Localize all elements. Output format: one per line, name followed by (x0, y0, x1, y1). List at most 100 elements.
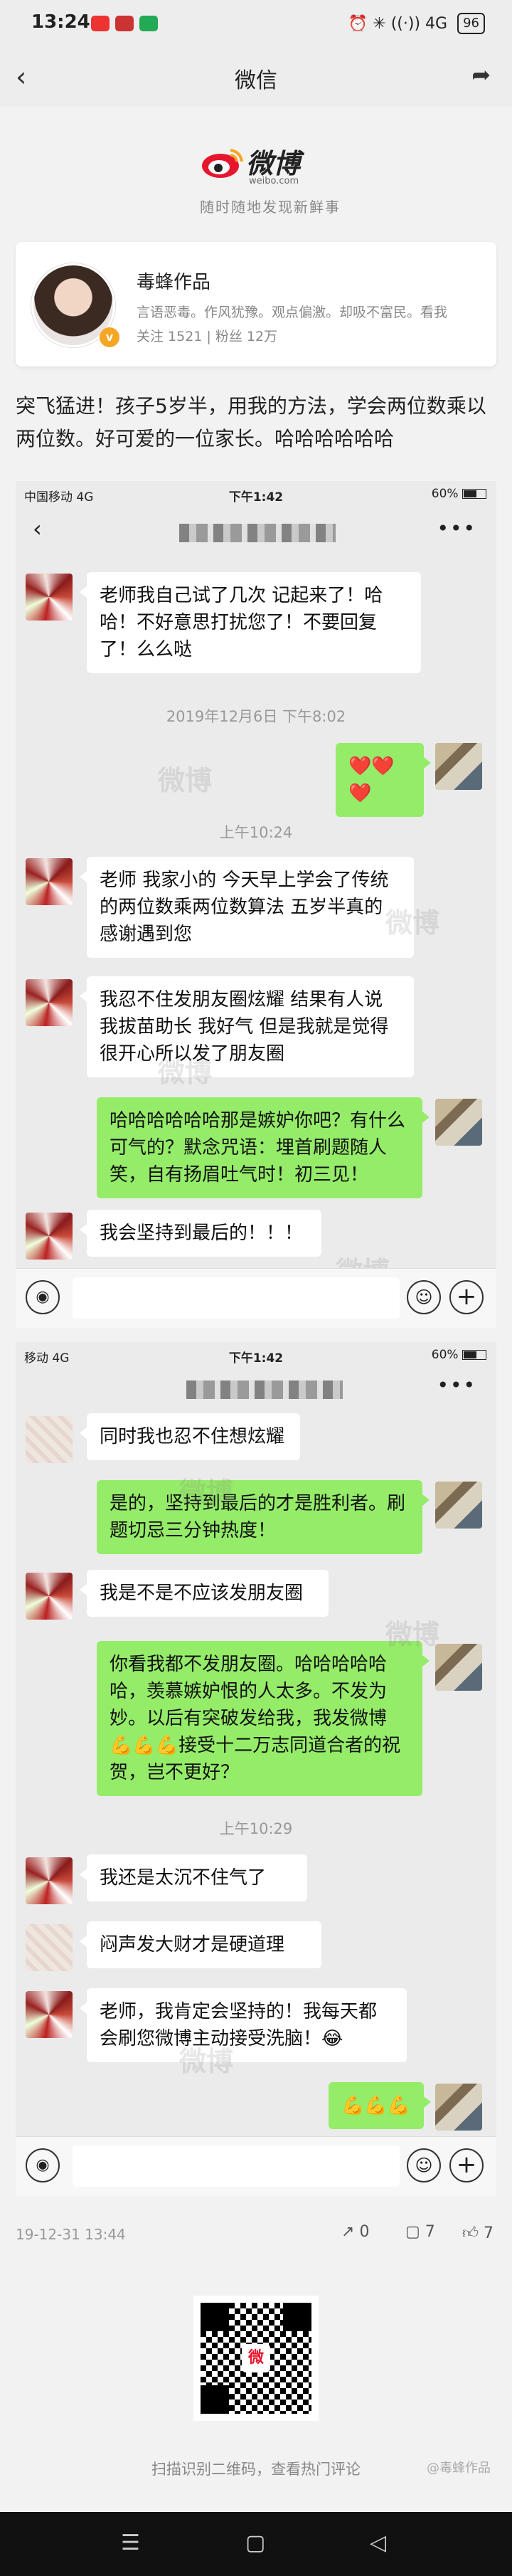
profile-card[interactable]: v 毒蜂作品 言语恶毒。作风犹豫。观点偏激。却吸不富民。看我 关注 1521 |… (16, 242, 496, 366)
chat-timestamp: 上午10:29 (219, 1820, 293, 1837)
message-bubble-sent: 是的，坚持到最后的才是胜利者。刷题切忌三分钟热度！ (97, 1480, 430, 1554)
more-dots-icon[interactable]: ••• (437, 517, 476, 540)
page-watermark: @毒蜂作品 (427, 2461, 491, 2476)
weibo-eye-icon (202, 149, 243, 178)
page-root: 13:24 ⏰ ✳ ((·)) 4G 96 ‹ 微信 ➦ 微博 weibo.co… (0, 0, 512, 2576)
plus-icon[interactable]: + (449, 1280, 484, 1314)
verified-badge-icon: v (100, 327, 119, 347)
chat-status-time: 下午1:42 (228, 490, 284, 505)
chat-timestamp: 2019年12月6日 下午8:02 (166, 708, 346, 725)
post-text: 突飞猛进！孩子5岁半，用我的方法，学会两位数乘以两位数。好可爱的一位家长。哈哈哈… (16, 394, 486, 450)
comment-action[interactable]: ▢ 7 (405, 2223, 435, 2241)
weibo-watermark: 微博 (158, 765, 213, 796)
contact-avatar[interactable] (26, 1924, 73, 1971)
qr-code[interactable]: 微 (193, 2296, 319, 2421)
contact-avatar[interactable] (26, 979, 73, 1026)
notification-app-icon (91, 16, 110, 31)
chat-contact-name-blurred (186, 1381, 343, 1399)
my-avatar[interactable] (435, 2084, 482, 2131)
chat-screenshot-2: 移动 4G 下午1:42 60% ••• 同时我也忍不住想炫耀 是的，坚持到最后… (16, 1342, 496, 2196)
weibo-watermark: 微博 (385, 1619, 440, 1650)
my-avatar[interactable] (435, 1482, 482, 1529)
contact-avatar[interactable] (26, 1573, 73, 1620)
status-bar: 13:24 ⏰ ✳ ((·)) 4G 96 (0, 0, 512, 48)
chat-contact-name-blurred (179, 524, 336, 542)
weibo-brand: 微博 (246, 148, 301, 179)
chat-battery: 60% (432, 1348, 486, 1362)
like-icon: 👍︎ (462, 2224, 479, 2242)
message-bubble-received: 我还是太沉不住气了 (80, 1854, 307, 1901)
chat-input-bar: ◉ ☺ + (16, 1268, 496, 1328)
back-chevron-icon[interactable]: ‹ (33, 515, 42, 542)
contact-avatar[interactable] (26, 1416, 73, 1463)
contact-avatar[interactable] (26, 858, 73, 905)
message-bubble-received: 我是不是不应该发朋友圈 (80, 1570, 329, 1617)
voice-icon[interactable]: ◉ (26, 2148, 60, 2182)
system-nav-bar: ☰ ▢ ◁ (0, 2512, 512, 2576)
weibo-watermark: 微博 (179, 1477, 234, 1508)
chat-battery-percent: 60% (431, 1348, 459, 1362)
weibo-logo: 微博 weibo.com 随时随地发现新鲜事 (178, 139, 363, 217)
notification-app-icon (115, 16, 134, 31)
back-triangle-icon[interactable]: ◁ (370, 2530, 386, 2555)
plus-icon[interactable]: + (449, 2148, 484, 2182)
chat-status-bar: 中国移动 4G 下午1:42 60% (16, 481, 496, 508)
contact-avatar[interactable] (26, 1991, 73, 2038)
message-bubble-received: 老师 我家小的 今天早上学会了传统的两位数乘两位数算法 五岁半真的感谢遇到您 (80, 857, 414, 958)
chat-header: ••• (16, 1365, 496, 1410)
message-input[interactable] (73, 1277, 400, 1319)
weibo-url: weibo.com (249, 176, 299, 186)
message-bubble-sent: 哈哈哈哈哈哈那是嫉妒你吧？有什么可气的？默念咒语：埋首刷题随人笑，自有扬眉吐气时… (97, 1097, 430, 1198)
contact-avatar[interactable] (26, 1213, 73, 1260)
chat-header: ‹ ••• (16, 508, 496, 554)
qr-pattern: 微 (201, 2303, 311, 2414)
contact-avatar[interactable] (26, 574, 73, 621)
emoji-icon[interactable]: ☺ (407, 1280, 441, 1314)
message-bubble-received: 闷声发大财才是硬道理 (80, 1921, 321, 1968)
profile-name[interactable]: 毒蜂作品 (137, 268, 210, 294)
page-title: 微信 (235, 68, 277, 93)
weibo-watermark: 微博 (158, 1057, 213, 1088)
weibo-watermark: 微博 (385, 907, 440, 939)
comment-count: 7 (425, 2223, 435, 2241)
home-icon[interactable]: ▢ (245, 2530, 265, 2555)
battery-icon: 96 (457, 13, 485, 34)
chat-timestamp: 上午10:24 (219, 824, 293, 841)
my-avatar[interactable] (435, 1099, 482, 1146)
like-count: 7 (484, 2224, 494, 2242)
battery-icon (462, 489, 486, 499)
message-input[interactable] (73, 2145, 400, 2187)
comment-icon: ▢ (405, 2223, 420, 2241)
repost-action[interactable]: ↗ 0 (341, 2223, 369, 2241)
status-app-icons (91, 16, 158, 31)
post-date: 19-12-31 13:44 (16, 2226, 126, 2243)
qr-logo-icon: 微 (242, 2344, 270, 2372)
nav-bar: ‹ 微信 ➦ (0, 48, 512, 107)
menu-icon[interactable]: ☰ (121, 2530, 140, 2555)
chat-battery-percent: 60% (431, 487, 459, 501)
chat-input-bar: ◉ ☺ + (16, 2136, 496, 2196)
message-bubble-sent: 💪💪💪 (329, 2082, 431, 2129)
status-time: 13:24 (31, 11, 90, 33)
battery-icon (462, 1350, 486, 1360)
post-footer: 19-12-31 13:44 ↗ 0 ▢ 7 👍︎ 7 (0, 2213, 512, 2256)
status-right: ⏰ ✳ ((·)) 4G 96 (348, 13, 485, 34)
my-avatar[interactable] (435, 1644, 482, 1691)
share-icon[interactable]: ➦ (471, 61, 491, 88)
notification-app-icon (139, 16, 158, 31)
repost-count: 0 (359, 2223, 370, 2241)
weibo-slogan: 随时随地发现新鲜事 (200, 199, 341, 216)
emoji-icon[interactable]: ☺ (407, 2148, 441, 2182)
message-bubble-received: 我会坚持到最后的！！！ (80, 1210, 321, 1257)
chat-screenshot-1: 中国移动 4G 下午1:42 60% ‹ ••• 老师我自己试了几次 记起来了！… (16, 481, 496, 1328)
more-dots-icon[interactable]: ••• (437, 1373, 476, 1397)
profile-stats: 关注 1521 | 粉丝 12万 (137, 329, 278, 344)
message-bubble-received: 同时我也忍不住想炫耀 (80, 1413, 300, 1460)
my-avatar[interactable] (435, 743, 482, 790)
profile-description: 言语恶毒。作风犹豫。观点偏激。却吸不富民。看我 (137, 305, 448, 320)
message-bubble-received: 我忍不住发朋友圈炫耀 结果有人说我拔苗助长 我好气 但是我就是觉得很开心所以发了… (80, 976, 414, 1077)
like-action[interactable]: 👍︎ 7 (462, 2223, 494, 2242)
voice-icon[interactable]: ◉ (26, 1280, 60, 1314)
contact-avatar[interactable] (26, 1857, 73, 1904)
message-bubble-received: 老师，我肯定会坚持的！我每天都会刷您微博主动接受洗脑！😂 (80, 1988, 407, 2062)
